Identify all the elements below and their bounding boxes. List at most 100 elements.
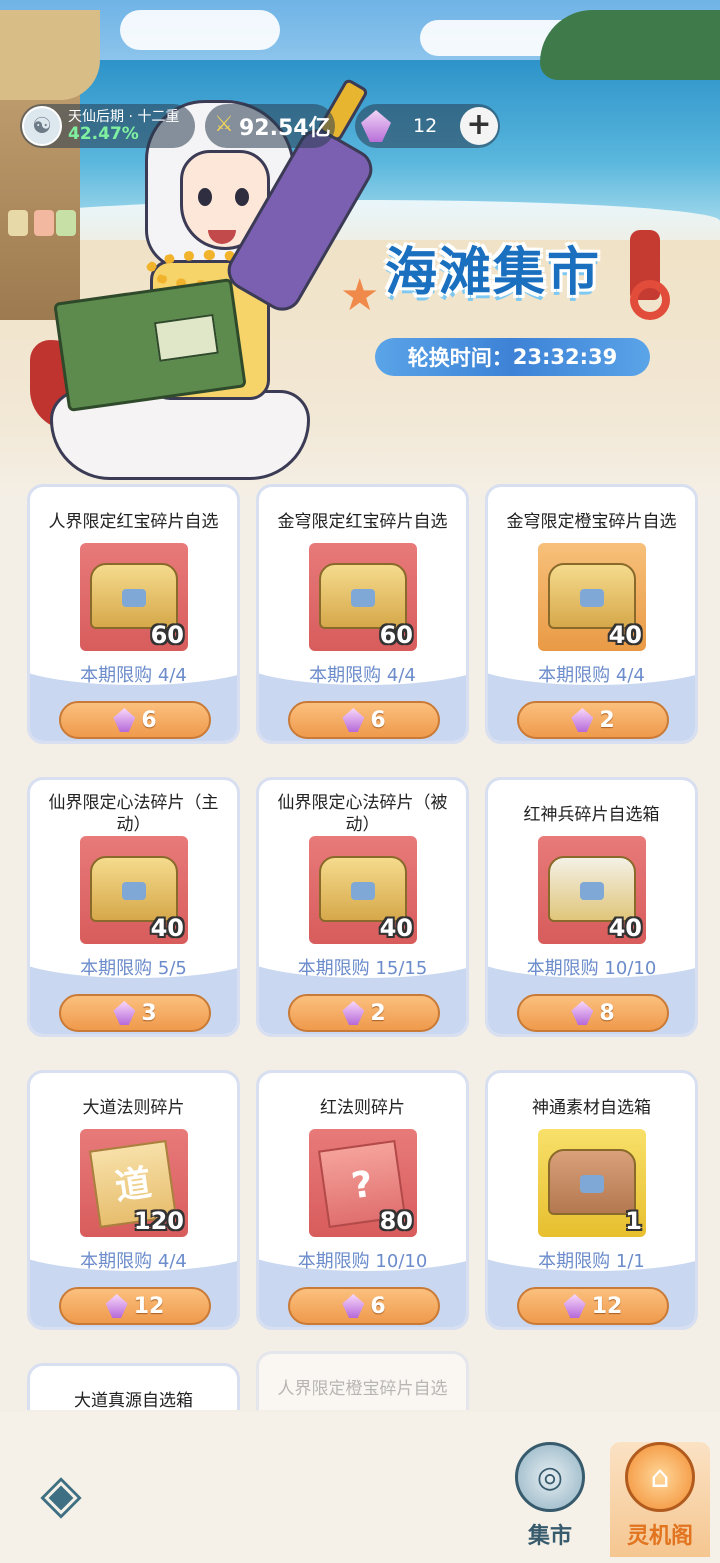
item-card[interactable]: 红法则碎片 ? 80 本期限购 10/10 6 [256,1070,469,1330]
price: 2 [370,1000,386,1026]
crystal-icon [571,1001,594,1025]
purchase-limit: 本期限购 10/10 [297,1251,428,1272]
purchase-limit: 本期限购 4/4 [309,665,416,686]
item-card[interactable]: 仙界限定心法碎片（被动） 40 本期限购 15/15 2 [256,777,469,1037]
item-thumbnail: 40 [538,543,646,651]
item-name: 红法则碎片 [320,1098,405,1118]
crystal-icon [342,1294,365,1318]
purchase-limit: 本期限购 10/10 [526,958,657,979]
item-name: 人界限定红宝碎片自选 [48,512,219,532]
item-card[interactable]: 大道法则碎片 道 120 本期限购 4/4 12 [27,1070,240,1330]
timer-value: 23:32:39 [512,345,618,369]
buy-button[interactable]: 2 [517,701,669,739]
rank-badge-icon: ☯ [22,106,62,146]
crystal-icon [361,110,391,142]
item-thumbnail: ? 80 [309,1129,417,1237]
tab-lingjige-label: 灵机阁 [626,1524,693,1549]
price: 6 [141,707,157,733]
item-card[interactable]: 红神兵碎片自选箱 40 本期限购 10/10 8 [485,777,698,1037]
price: 6 [370,707,386,733]
treasure-chest-icon [90,856,178,922]
item-card-sold-out[interactable]: 人界限定橙宝碎片自选 [256,1351,469,1410]
market-icon: ◎ [515,1442,585,1512]
item-name: 仙界限定心法碎片（主动） [48,793,219,835]
rotation-timer: 轮换时间： 23:32:39 [375,338,650,376]
item-card[interactable]: 金穹限定红宝碎片自选 60 本期限购 4/4 6 [256,484,469,744]
item-name: 红神兵碎片自选箱 [523,805,660,825]
item-name: 人界限定橙宝碎片自选 [277,1379,448,1399]
purchase-limit: 本期限购 4/4 [80,665,187,686]
weapon-chest-icon [548,856,636,922]
shop-title-banner: ★ 海滩集市 [340,220,680,330]
island-background [540,10,720,80]
item-card[interactable]: 金穹限定橙宝碎片自选 40 本期限购 4/4 2 [485,484,698,744]
purchase-limit: 本期限购 5/5 [80,958,187,979]
price: 3 [141,1000,157,1026]
item-thumbnail: 40 [80,836,188,944]
price: 12 [591,1293,623,1319]
buy-button[interactable]: 8 [517,994,669,1032]
power-value: 92.54亿 [239,116,331,141]
crystal-icon [342,1001,365,1025]
tab-market-label: 集市 [527,1524,572,1549]
item-quantity: 60 [379,621,413,649]
buy-button[interactable]: 12 [517,1287,669,1325]
tab-market[interactable]: ◎ 集市 [505,1442,595,1557]
price: 8 [599,1000,615,1026]
buy-button[interactable]: 6 [59,701,211,739]
item-quantity: 60 [150,621,184,649]
item-quantity: 80 [379,1207,413,1235]
item-card[interactable]: 仙界限定心法碎片（主动） 40 本期限购 5/5 3 [27,777,240,1037]
purchase-limit: 本期限购 4/4 [80,1251,187,1272]
item-quantity: 40 [608,621,642,649]
treasure-chest-icon [319,563,407,629]
item-quantity: 40 [608,914,642,942]
item-card[interactable]: 神通素材自选箱 1 本期限购 1/1 12 [485,1070,698,1330]
pavilion-icon: ⌂ [625,1442,695,1512]
starfish-icon: ★ [340,270,380,321]
item-name: 大道法则碎片 [82,1098,185,1118]
rank-title: 天仙后期 · 十二重 [68,109,180,125]
rank-progress: 42.47% [68,124,139,144]
swords-icon: ⚔ [214,112,234,137]
buy-button[interactable]: 3 [59,994,211,1032]
item-grid: 人界限定红宝碎片自选 60 本期限购 4/4 6 金穹限定红宝碎片自选 60 本… [0,470,720,1410]
power-panel[interactable]: ⚔ 92.54亿 [205,104,335,148]
purchase-limit: 本期限购 15/15 [297,958,428,979]
crystal-icon [113,1001,136,1025]
add-gem-button[interactable]: + [460,107,498,145]
item-thumbnail: 1 [538,1129,646,1237]
character-illustration [30,77,380,480]
price: 6 [370,1293,386,1319]
menu-diamond-icon[interactable]: ◈ [25,1464,97,1524]
price: 2 [599,707,615,733]
price: 12 [133,1293,165,1319]
tab-lingjige[interactable]: ⌂ 灵机阁 [610,1442,710,1557]
item-thumbnail: 40 [538,836,646,944]
item-quantity: 40 [150,914,184,942]
buy-button[interactable]: 12 [59,1287,211,1325]
screen: ☯ 天仙后期 · 十二重 42.47% ⚔ 92.54亿 12 + ★ 海滩集市… [0,0,720,1563]
wooden-chest-icon [548,1149,636,1215]
crystal-icon [563,1294,586,1318]
shop-title: 海滩集市 [385,243,602,303]
item-thumbnail: 60 [80,543,188,651]
item-name: 大道真源自选箱 [74,1391,193,1410]
item-quantity: 120 [133,1207,184,1235]
buy-button[interactable]: 2 [288,994,440,1032]
buy-button[interactable]: 6 [288,1287,440,1325]
item-card[interactable]: 人界限定红宝碎片自选 60 本期限购 4/4 6 [27,484,240,744]
crystal-icon [571,708,594,732]
item-name: 仙界限定心法碎片（被动） [277,793,448,835]
crystal-icon [113,708,136,732]
item-card[interactable]: 大道真源自选箱 [27,1363,240,1410]
rank-panel[interactable]: ☯ 天仙后期 · 十二重 42.47% [20,104,195,148]
item-name: 金穹限定红宝碎片自选 [277,512,448,532]
treasure-chest-icon [548,563,636,629]
crystal-icon [105,1294,128,1318]
purchase-limit: 本期限购 4/4 [538,665,645,686]
treasure-chest-icon [319,856,407,922]
buy-button[interactable]: 6 [288,701,440,739]
item-name: 金穹限定橙宝碎片自选 [506,512,677,532]
item-quantity: 1 [625,1207,642,1235]
